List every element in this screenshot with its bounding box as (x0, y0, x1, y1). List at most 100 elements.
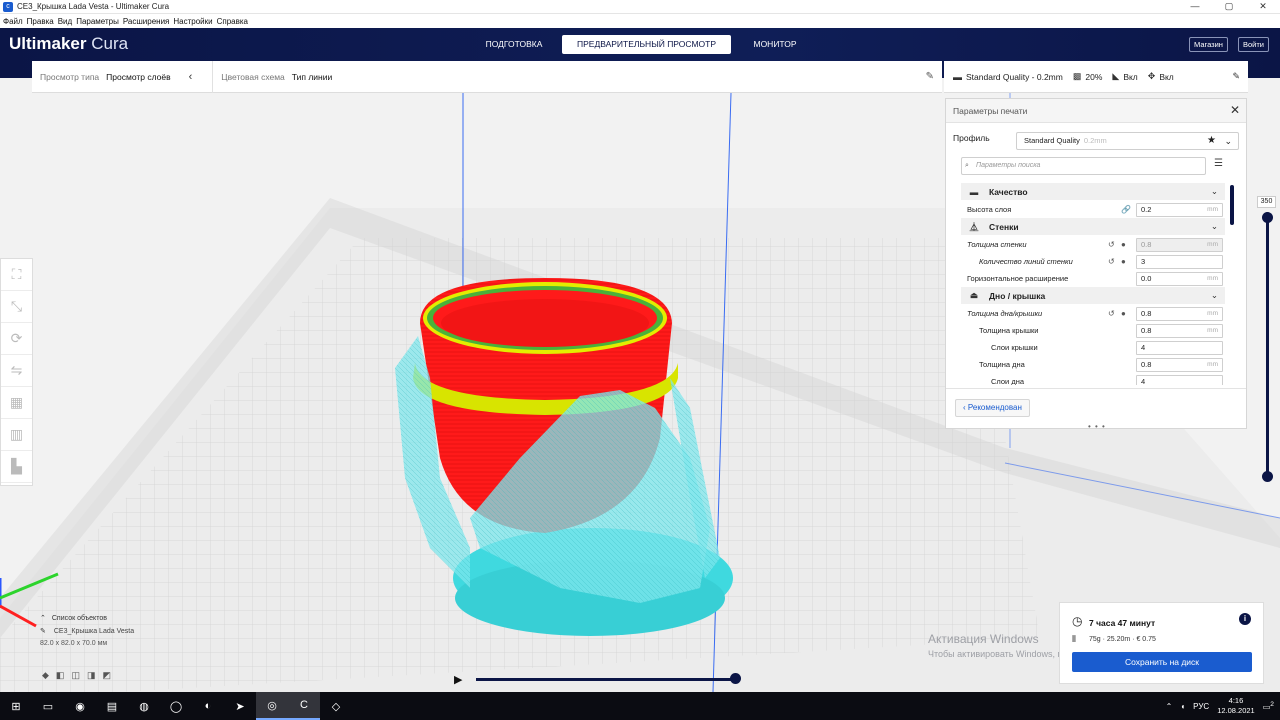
start-icon[interactable]: ⊞ (0, 692, 32, 720)
menu-help[interactable]: Справка (217, 17, 248, 26)
close-icon[interactable]: ✕ (1230, 103, 1240, 117)
chevron-down-icon[interactable]: ⌄ (1211, 186, 1218, 197)
support-blocker-icon[interactable]: ▥ (1, 419, 32, 451)
setting-input[interactable]: 0.8 mm (1136, 306, 1223, 321)
setting-input[interactable]: 4 (1136, 340, 1223, 355)
color-scheme-select[interactable]: Тип линии (292, 72, 332, 82)
profile-value: Standard Quality (1024, 136, 1080, 145)
tor-icon[interactable]: ◐ (192, 692, 224, 720)
chevron-down-icon[interactable]: ⌄ (1224, 133, 1232, 149)
menu-extensions[interactable]: Расширения (123, 17, 170, 26)
settings-scrollbar[interactable] (1230, 185, 1234, 225)
firefox-icon[interactable]: ◍ (128, 692, 160, 720)
pencil-icon[interactable]: ✎ (926, 71, 934, 82)
cura-taskbar-icon[interactable]: C (288, 692, 320, 720)
layers-icon[interactable]: ▙ (1, 451, 32, 483)
notepad-icon[interactable]: ▤ (96, 692, 128, 720)
chevron-down-icon[interactable]: ⌄ (1211, 290, 1218, 301)
move-tool-icon[interactable]: ⛶ (1, 259, 32, 291)
object-list-header[interactable]: Список объектов (52, 615, 107, 622)
settings-search-input[interactable]: ⌕ Параметры поиска (961, 157, 1206, 175)
profile-label: Профиль (953, 133, 990, 143)
system-tray: ⌃ ◖ РУС 4:16 12.08.2021 ▭2 (1166, 692, 1274, 720)
chrome-icon[interactable]: ◉ (64, 692, 96, 720)
setting-input[interactable]: 0.2 mm (1136, 202, 1223, 217)
tab-prepare[interactable]: ПОДГОТОВКА (470, 35, 558, 54)
chevron-up-icon[interactable]: ⌃ (1166, 702, 1173, 711)
setting-unit: mm (1207, 309, 1218, 317)
chevron-left-icon[interactable]: ‹ (189, 71, 193, 83)
star-icon[interactable]: ★ (1207, 133, 1216, 149)
close-button[interactable]: ✕ (1246, 0, 1280, 14)
scale-tool-icon[interactable]: ⤡ (1, 291, 32, 323)
tab-monitor[interactable]: МОНИТОР (740, 35, 810, 54)
minimize-button[interactable]: — (1178, 0, 1212, 14)
menu-file[interactable]: Файл (3, 17, 23, 26)
tab-preview[interactable]: ПРЕДВАРИТЕЛЬНЫЙ ПРОСМОТР (562, 35, 731, 54)
3d-view-icon[interactable]: ◆ (42, 670, 49, 681)
object-dimensions: 82.0 x 82.0 x 70.0 мм (40, 640, 108, 647)
print-settings-summary[interactable]: ▬ Standard Quality - 0.2mm ▩ 20% ◣ Вкл ✥… (944, 61, 1248, 93)
setting-input[interactable]: 0.0 mm (1136, 271, 1223, 286)
setting-input[interactable]: 3 (1136, 254, 1223, 269)
mirror-tool-icon[interactable]: ⇋ (1, 355, 32, 387)
setting-input[interactable]: 0.8 mm (1136, 357, 1223, 372)
right-view-icon[interactable]: ◩ (102, 670, 111, 681)
menu-preferences[interactable]: Настройки (173, 17, 212, 26)
layer-slider[interactable]: 350 (1257, 196, 1277, 486)
setting-input[interactable]: 0.8 mm (1136, 323, 1223, 338)
rotate-tool-icon[interactable]: ⟳ (1, 323, 32, 355)
pencil-icon[interactable]: ✎ (1232, 71, 1240, 82)
category-top-bottom[interactable]: ⏏ Дно / крышка ⌄ (961, 287, 1225, 304)
marketplace-button[interactable]: Магазин (1189, 37, 1228, 52)
panel-resize-grip[interactable]: • • • (1088, 422, 1106, 431)
telegram-icon[interactable]: ➤ (224, 692, 256, 720)
layer-top-value[interactable]: 350 (1257, 196, 1276, 208)
view-type-select[interactable]: Просмотр слоёв (106, 72, 170, 82)
reset-icon[interactable]: ↺ (1108, 309, 1115, 318)
language-indicator[interactable]: РУС (1193, 702, 1209, 711)
profile-select[interactable]: Standard Quality 0.2mm ★ ⌄ (1016, 132, 1239, 150)
steam-icon[interactable]: ◎ (256, 692, 288, 720)
view-orientation-icons: ◆ ◧ ◫ ◨ ◩ (42, 670, 111, 681)
setting-row: Толщина дна/крышки ↺ ● 0.8 mm (961, 305, 1225, 322)
simulation-playbar: ▶ (454, 673, 744, 686)
reset-icon[interactable]: ↺ (1108, 257, 1115, 266)
reset-icon[interactable]: ↺ (1108, 240, 1115, 249)
front-view-icon[interactable]: ◧ (56, 670, 65, 681)
pencil-icon[interactable]: ✎ (40, 627, 46, 635)
print-time: 7 часа 47 минут (1089, 618, 1156, 628)
playbar-track[interactable] (476, 678, 736, 681)
info-icon[interactable]: i (1239, 613, 1251, 625)
app-icon[interactable]: ◇ (320, 692, 352, 720)
recommended-button[interactable]: ‹ Рекомендован (955, 399, 1030, 417)
menu-settings[interactable]: Параметры (76, 17, 119, 26)
login-button[interactable]: Войти (1238, 37, 1269, 52)
layer-slider-top-handle[interactable] (1262, 212, 1273, 223)
maximize-button[interactable]: ▢ (1212, 0, 1246, 14)
playbar-handle[interactable] (730, 673, 741, 684)
menu-edit[interactable]: Правка (27, 17, 54, 26)
save-to-disk-button[interactable]: Сохранить на диск (1072, 652, 1252, 672)
setting-input[interactable]: 0.8 mm (1136, 237, 1223, 252)
category-quality[interactable]: ▬ Качество ⌄ (961, 183, 1225, 200)
clock[interactable]: 4:16 12.08.2021 (1217, 696, 1255, 716)
play-icon[interactable]: ▶ (454, 673, 462, 686)
left-view-icon[interactable]: ◨ (87, 670, 96, 681)
hamburger-menu-icon[interactable]: ☰ (1214, 158, 1223, 169)
volume-icon[interactable]: ◖ (1180, 702, 1185, 711)
menu-view[interactable]: Вид (58, 17, 72, 26)
per-model-settings-icon[interactable]: ▦ (1, 387, 32, 419)
notification-count: 2 (1270, 700, 1274, 708)
top-view-icon[interactable]: ◫ (71, 670, 80, 681)
opera-icon[interactable]: ◯ (160, 692, 192, 720)
object-name[interactable]: CE3_Крышка Lada Vesta (54, 628, 134, 635)
top-bottom-icon: ⏏ (969, 290, 979, 300)
setting-input[interactable]: 4 (1136, 374, 1223, 385)
chevron-down-icon[interactable]: ⌄ (1211, 221, 1218, 232)
category-walls[interactable]: ⏅ Стенки ⌄ (961, 218, 1225, 235)
notification-icon[interactable]: ▭2 (1263, 701, 1274, 712)
file-explorer-icon[interactable]: ▭ (32, 692, 64, 720)
chevron-up-icon[interactable]: ⌃ (40, 614, 46, 622)
layer-slider-bottom-handle[interactable] (1262, 471, 1273, 482)
